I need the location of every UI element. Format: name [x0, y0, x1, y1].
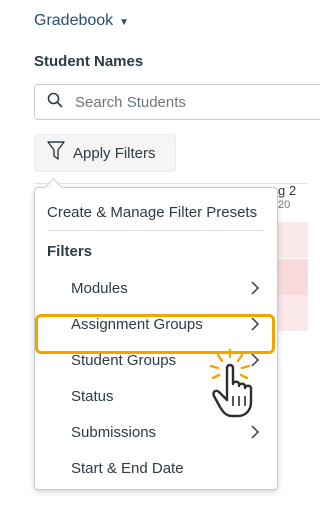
- column-header-title: g 2: [278, 183, 297, 198]
- grid-cell[interactable]: [278, 259, 308, 295]
- chevron-right-icon: [251, 425, 260, 439]
- grid-cell[interactable]: [278, 222, 308, 258]
- menu-item-label: Create & Manage Filter Presets: [47, 203, 258, 221]
- menu-item-modules[interactable]: Modules: [35, 270, 277, 306]
- caret-down-icon: ▼: [119, 16, 130, 28]
- chevron-right-icon: [251, 317, 260, 331]
- grid-column-header[interactable]: g 2 20: [278, 183, 296, 213]
- menu-divider: [47, 230, 265, 231]
- menu-item-label: Start & End Date: [71, 459, 184, 477]
- menu-item-label: Modules: [71, 279, 128, 297]
- menu-item-label: Status: [71, 387, 114, 405]
- chevron-right-icon: [251, 281, 260, 295]
- menu-item-submissions[interactable]: Submissions: [35, 414, 277, 450]
- grid-divider: [34, 183, 308, 184]
- search-students-field[interactable]: [34, 84, 320, 120]
- menu-item-student-groups[interactable]: Student Groups: [35, 342, 277, 378]
- search-students-input[interactable]: [73, 92, 297, 112]
- apply-filters-label: Apply Filters: [73, 144, 156, 162]
- menu-item-assignment-groups[interactable]: Assignment Groups: [35, 306, 277, 342]
- apply-filters-button[interactable]: Apply Filters: [34, 134, 176, 172]
- student-names-title: Student Names: [34, 53, 144, 70]
- chevron-right-icon: [251, 353, 260, 367]
- filter-funnel-icon: [47, 141, 65, 165]
- create-manage-presets-item[interactable]: Create & Manage Filter Presets: [35, 194, 277, 230]
- menu-item-label: Assignment Groups: [71, 315, 203, 333]
- search-icon: [47, 92, 63, 113]
- column-header-sub: 20: [278, 199, 291, 211]
- grid-cell[interactable]: [278, 295, 308, 331]
- filters-dropdown-menu: Create & Manage Filter Presets Filters M…: [34, 178, 278, 490]
- filters-heading: Filters: [47, 242, 93, 260]
- menu-item-label: Student Groups: [71, 351, 177, 369]
- gradebook-menu-button[interactable]: Gradebook ▼: [34, 12, 129, 30]
- menu-item-status[interactable]: Status: [35, 378, 277, 414]
- gradebook-label: Gradebook: [34, 12, 114, 29]
- menu-item-label: Submissions: [71, 423, 157, 441]
- menu-item-start-end-date[interactable]: Start & End Date: [35, 450, 277, 486]
